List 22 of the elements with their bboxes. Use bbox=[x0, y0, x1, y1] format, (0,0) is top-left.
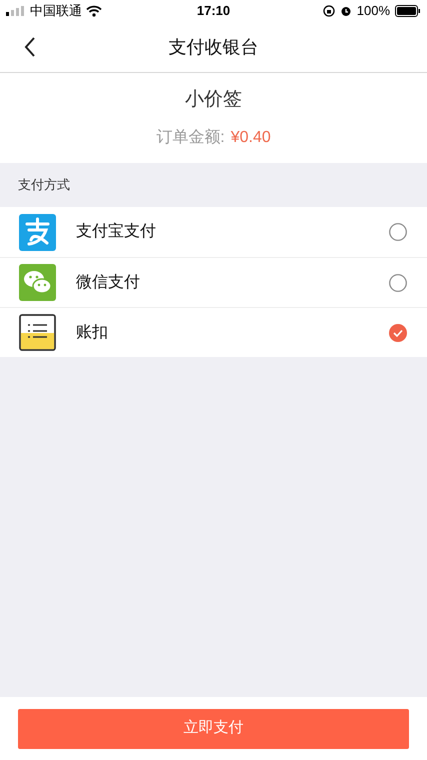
alarm-clock-icon bbox=[340, 5, 352, 17]
battery-icon bbox=[395, 5, 421, 17]
rotation-lock-icon bbox=[322, 5, 335, 17]
payment-method-label: 微信支付 bbox=[76, 272, 141, 292]
payment-method-label: 账扣 bbox=[76, 322, 109, 342]
chat-bubbles-icon bbox=[19, 264, 56, 301]
payment-option[interactable]: 账扣 bbox=[0, 307, 427, 357]
section-title: 支付方式 bbox=[18, 176, 70, 194]
page-title: 支付收银台 bbox=[168, 36, 258, 58]
wifi-icon bbox=[86, 5, 102, 17]
signal-icon bbox=[6, 6, 26, 16]
merchant-name: 小价签 bbox=[185, 88, 242, 112]
order-amount: ¥0.40 bbox=[230, 128, 271, 148]
payment-method-label: 支付宝支付 bbox=[76, 222, 157, 242]
amount-label: 订单金额: bbox=[156, 128, 225, 148]
payment-option[interactable]: 微信支付 bbox=[0, 257, 427, 307]
carrier-name: 中国联通 bbox=[30, 2, 82, 20]
list-card-icon bbox=[19, 314, 56, 351]
battery-percent: 100% bbox=[356, 2, 390, 20]
back-icon bbox=[24, 37, 36, 57]
payment-option[interactable]: 支付宝支付 bbox=[0, 207, 427, 257]
status-time: 17:10 bbox=[196, 2, 230, 20]
